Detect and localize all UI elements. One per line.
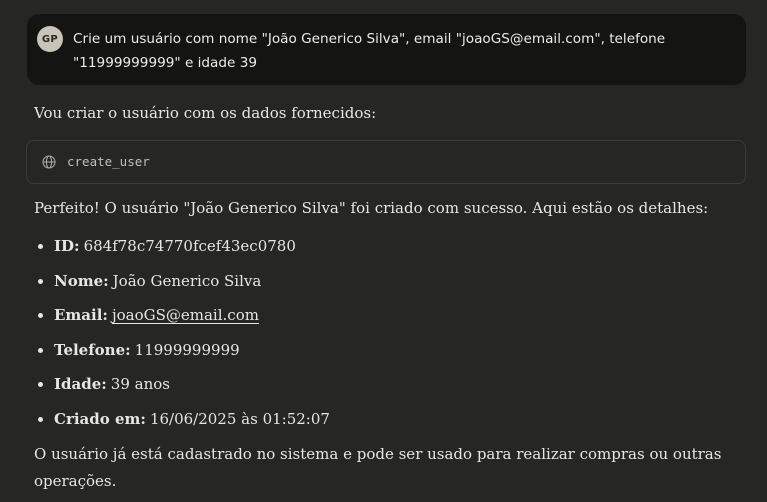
detail-item-criado-em: Criado em: 16/06/2025 às 01:52:07 [34, 406, 734, 441]
user-avatar[interactable]: GP [37, 26, 63, 52]
detail-item-telefone: Telefone: 11999999999 [34, 337, 734, 372]
detail-label: Telefone: [54, 340, 131, 359]
detail-label: Criado em: [54, 409, 146, 428]
assistant-intro-text: Vou criar o usuário com os dados forneci… [34, 104, 377, 122]
globe-icon [42, 155, 56, 169]
email-link[interactable]: joaoGS@email.com [112, 306, 259, 324]
closing-line-1: O usuário já está cadastrado no sistema … [34, 445, 722, 463]
user-details-list: ID: 684f78c74770fcef43ec0780 Nome: João Ge… [34, 233, 734, 441]
detail-item-idade: Idade: 39 anos [34, 371, 734, 406]
detail-value: 16/06/2025 às 01:52:07 [149, 409, 330, 428]
detail-label: Idade: [54, 375, 107, 394]
tool-call-create-user[interactable]: create_user [26, 140, 746, 184]
closing-line-2: operações. [34, 472, 117, 490]
user-message-line-1: Crie um usuário com nome "João Generico … [73, 31, 666, 47]
closing-text: O usuário já está cadastrado no sistema … [34, 441, 734, 495]
user-message-text: Crie um usuário com nome "João Generico … [73, 27, 693, 75]
detail-value: 39 anos [110, 375, 170, 394]
user-message-line-2: "11999999999" e idade 39 [73, 55, 257, 71]
detail-value: 684f78c74770fcef43ec0780 [83, 237, 296, 255]
tool-call-name: create_user [67, 154, 150, 169]
detail-value: 11999999999 [134, 340, 240, 359]
detail-item-id: ID: 684f78c74770fcef43ec0780 [34, 233, 734, 268]
detail-label: Nome: [54, 271, 109, 290]
detail-item-nome: Nome: João Generico Silva [34, 268, 734, 303]
detail-value: João Generico Silva [112, 271, 262, 290]
result-text: Perfeito! O usuário "João Generico Silva… [34, 199, 709, 217]
user-message-bubble: GP Crie um usuário com nome "João Generi… [27, 14, 746, 85]
detail-label: ID: [54, 237, 80, 255]
detail-label: Email: [54, 306, 108, 325]
detail-item-email: Email: joaoGS@email.com [34, 302, 734, 337]
